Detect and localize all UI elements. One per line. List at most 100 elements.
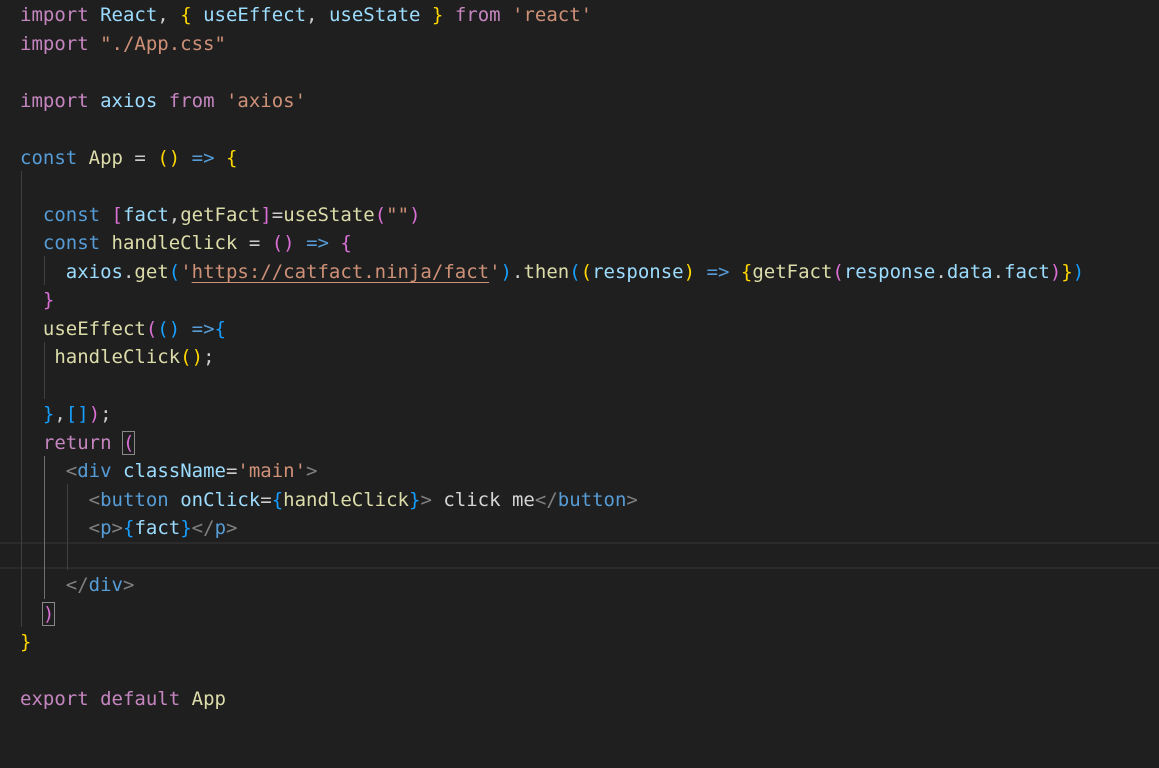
code-line[interactable]: import React, { useEffect, useState } fr… — [20, 1, 592, 30]
code-token: div — [88, 574, 123, 596]
code-line[interactable]: <div className='main'> — [20, 457, 318, 486]
code-token: } — [42, 289, 55, 311]
current-line-highlight — [0, 542, 1159, 569]
code-token: </ — [191, 517, 215, 539]
code-token: { — [271, 488, 284, 511]
code-token: } — [20, 631, 32, 653]
code-token: { — [226, 146, 238, 169]
code-token: useState — [283, 203, 375, 226]
code-line[interactable]: useEffect(() =>{ — [20, 315, 226, 344]
code-token: ; — [203, 346, 215, 368]
code-token: "./App.css" — [100, 32, 226, 55]
code-line[interactable]: <p>{fact}</p> — [20, 514, 238, 543]
code-token: { — [340, 232, 352, 254]
code-line[interactable]: } — [20, 628, 31, 657]
code-token: > — [226, 517, 238, 539]
code-token: default — [100, 688, 181, 710]
code-token: getFact — [752, 260, 833, 283]
code-token: , — [168, 203, 181, 226]
code-token: ) — [683, 260, 696, 283]
code-line[interactable]: const handleClick = () => { — [20, 229, 352, 258]
code-line[interactable]: handleClick(); — [20, 343, 215, 372]
code-token: > — [420, 488, 432, 511]
code-token: response — [843, 260, 936, 283]
code-line[interactable]: return ( — [20, 429, 136, 458]
code-token: } — [431, 4, 444, 26]
code-token: () — [271, 232, 295, 254]
code-line[interactable]: import axios from 'axios' — [20, 87, 306, 116]
code-token: { — [214, 317, 226, 340]
code-token: App — [88, 146, 123, 169]
code-token: ( — [569, 260, 581, 283]
code-token: onClick — [180, 488, 261, 511]
code-token: useEffect — [203, 4, 307, 26]
code-line[interactable]: const App = () => { — [20, 144, 237, 173]
code-token: fact — [123, 203, 169, 226]
code-line[interactable]: },[]); — [20, 400, 112, 429]
code-token: ' — [489, 260, 501, 283]
code-token: ] — [260, 203, 272, 226]
code-token: ( — [168, 260, 181, 283]
code-line[interactable]: </div> — [20, 571, 135, 600]
code-token: ) — [1049, 260, 1062, 283]
code-token: fact — [134, 517, 181, 539]
code-token: => — [191, 146, 215, 169]
code-editor[interactable]: import React, { useEffect, useState } fr… — [0, 0, 1159, 768]
code-token: ( — [121, 430, 136, 455]
code-line[interactable]: import "./App.css" — [20, 30, 226, 59]
code-line[interactable]: ) — [20, 600, 56, 629]
code-token: = — [237, 232, 272, 254]
code-token: ' — [180, 260, 192, 283]
url-link[interactable]: https://catfact.ninja/fact — [192, 261, 489, 283]
code-token: > — [122, 574, 135, 596]
code-token: = — [271, 203, 284, 226]
code-token: className — [123, 460, 226, 482]
code-token: { — [123, 517, 135, 539]
code-token: const — [42, 232, 101, 254]
code-token: ) — [500, 260, 512, 283]
code-token: ) — [88, 403, 101, 425]
code-line[interactable]: axios.get('https://catfact.ninja/fact').… — [20, 258, 1084, 287]
code-token: data — [946, 260, 993, 283]
code-token: useEffect — [42, 317, 146, 340]
code-token: } — [42, 403, 55, 425]
code-token: => — [306, 232, 329, 254]
code-token: . — [511, 260, 524, 283]
code-token: ( — [832, 260, 844, 283]
code-token: { — [180, 4, 192, 26]
code-token: => — [191, 317, 215, 340]
code-token: const — [20, 146, 78, 169]
code-line[interactable]: <button onClick={handleClick}> click me<… — [20, 486, 638, 515]
code-token: axios — [100, 89, 158, 112]
code-token: , — [54, 403, 66, 425]
code-line[interactable]: const [fact,getFact]=useState("") — [20, 201, 421, 230]
code-token: . — [935, 260, 947, 283]
code-token: fact — [1004, 260, 1050, 283]
code-token: p — [100, 517, 112, 539]
code-line[interactable]: export default App — [20, 685, 226, 714]
code-line[interactable]: } — [20, 286, 54, 315]
code-token: < — [88, 488, 101, 511]
code-token: handleClick — [111, 232, 238, 254]
code-token: 'axios' — [225, 89, 307, 112]
